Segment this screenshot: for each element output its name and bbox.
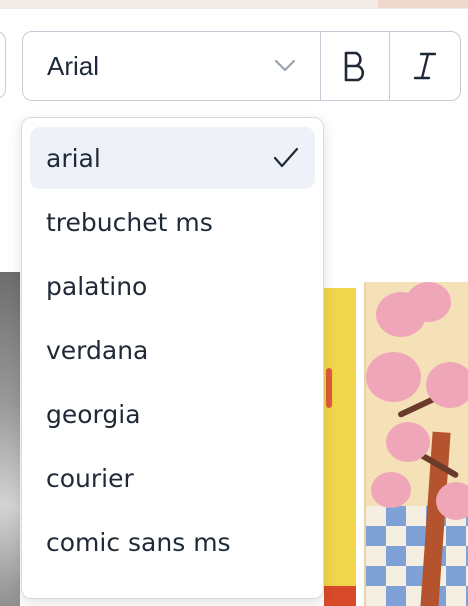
background-photo-left [0,272,20,606]
top-strip-tint [378,0,468,8]
background-art-blossoms [364,282,468,606]
font-option-label: georgia [46,399,141,429]
previous-toolbar-control[interactable] [0,31,6,99]
font-family-dropdown: arial trebuchet ms palatino verdana geor… [21,117,324,599]
text-format-group: Arial [22,31,461,101]
art-tiles [366,506,468,606]
art-detail [326,368,332,408]
bold-button[interactable] [321,32,390,100]
font-option-label: courier [46,463,134,493]
font-option-label: palatino [46,271,148,301]
background-art-yellow [324,288,356,606]
italic-icon [412,50,438,82]
font-option-label: arial [46,143,101,173]
chevron-down-icon [274,59,296,73]
art-blossom [371,472,411,508]
bold-icon [341,50,369,82]
font-option-courier[interactable]: courier [30,447,315,509]
font-option-label: trebuchet ms [46,207,213,237]
font-option-label: comic sans ms [46,527,231,557]
check-icon [273,147,299,169]
font-option-trebuchet-ms[interactable]: trebuchet ms [30,191,315,253]
art-blossom [436,482,468,520]
art-blossom [406,282,451,322]
page: Arial arial trebuchet ms palatino verdan… [0,0,468,606]
font-option-palatino[interactable]: palatino [30,255,315,317]
font-option-verdana[interactable]: verdana [30,319,315,381]
font-family-select[interactable]: Arial [23,32,321,100]
top-strip [0,0,468,8]
art-blossom [366,352,421,402]
font-option-arial[interactable]: arial [30,127,315,189]
art-blossom [426,362,468,408]
font-option-label: verdana [46,335,149,365]
art-detail [324,586,356,606]
italic-button[interactable] [390,32,459,100]
font-family-value: Arial [47,50,100,81]
art-blossom [386,422,430,462]
font-option-comic-sans-ms[interactable]: comic sans ms [30,511,315,573]
font-option-georgia[interactable]: georgia [30,383,315,445]
